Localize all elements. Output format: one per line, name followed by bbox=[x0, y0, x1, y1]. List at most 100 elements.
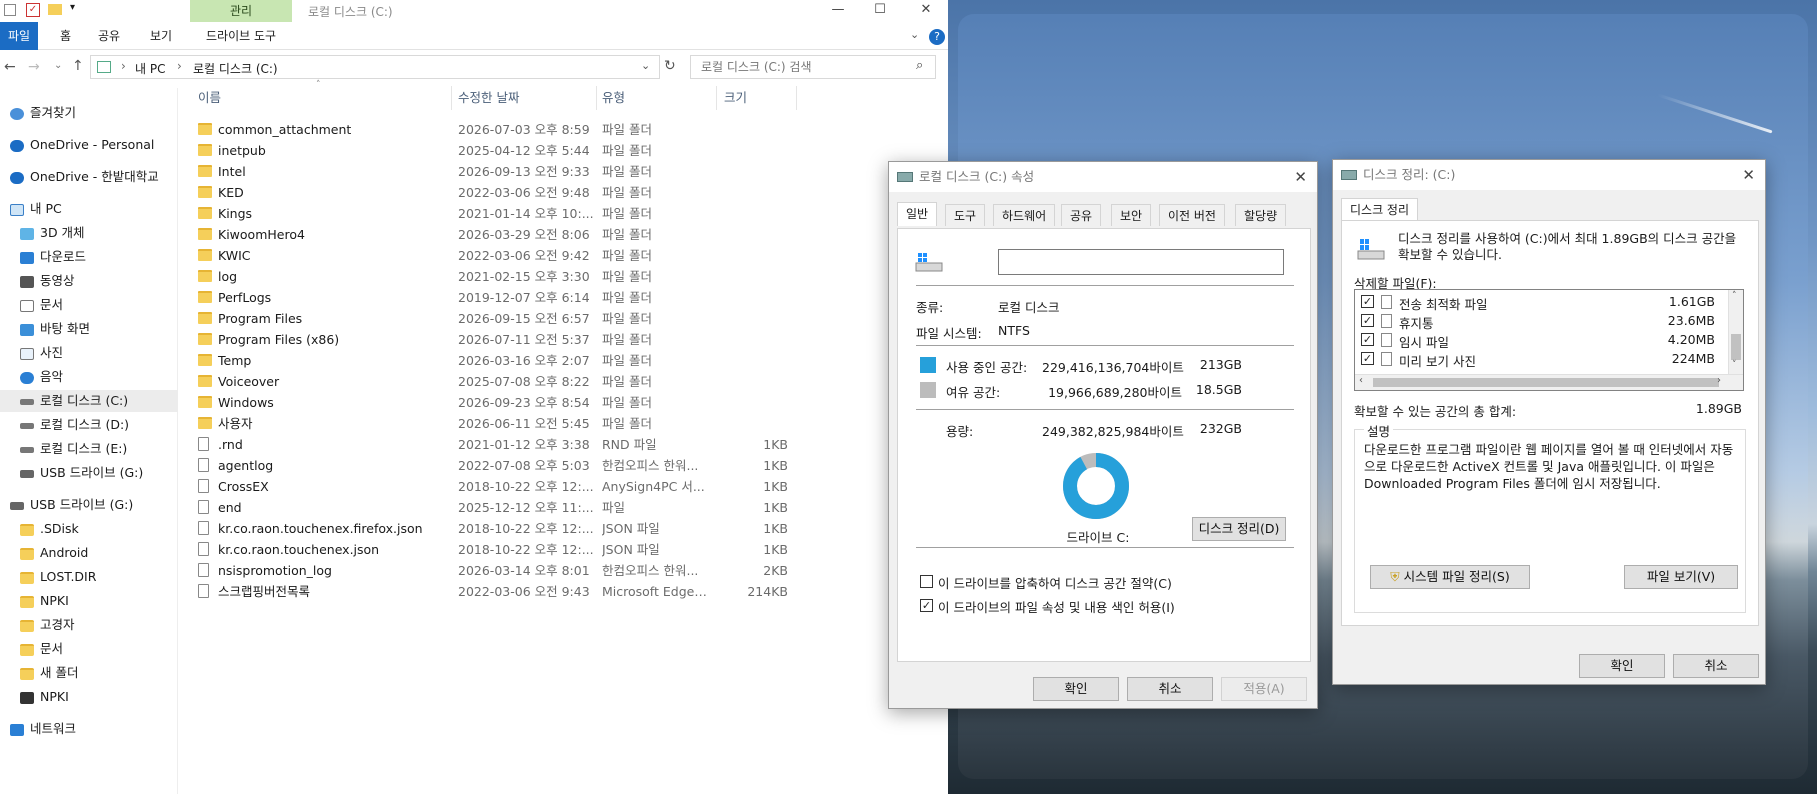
address-dropdown-icon[interactable]: ⌄ bbox=[641, 59, 650, 72]
system-files-cleanup-button[interactable]: ⛨ 시스템 파일 정리(S) bbox=[1370, 565, 1530, 589]
file-row[interactable]: log 2021-02-15 오후 3:30 파일 폴더 bbox=[196, 266, 796, 287]
ribbon-expand-icon[interactable]: ⌄ bbox=[910, 28, 919, 41]
address-bar[interactable]: › 내 PC › 로컬 디스크 (C:) ⌄ bbox=[90, 55, 660, 79]
nav-item-drive-c[interactable]: 로컬 디스크 (C:) bbox=[0, 390, 178, 412]
file-row[interactable]: Temp 2026-03-16 오후 2:07 파일 폴더 bbox=[196, 350, 796, 371]
maximize-icon[interactable]: ☐ bbox=[870, 2, 890, 20]
new-folder-icon[interactable] bbox=[48, 4, 62, 15]
file-row[interactable]: Windows 2026-09-23 오후 8:54 파일 폴더 bbox=[196, 392, 796, 413]
column-header-size[interactable]: 크기 bbox=[724, 86, 747, 110]
tab-file[interactable]: 파일 bbox=[0, 22, 39, 50]
cleanup-item-checkbox[interactable]: ✓ bbox=[1361, 333, 1374, 346]
file-row[interactable]: nsispromotion_log 2026-03-14 오후 8:01 한컴오피스… bbox=[196, 560, 796, 581]
minimize-icon[interactable]: — bbox=[828, 2, 848, 20]
file-row[interactable]: 사용자 2026-06-11 오전 5:45 파일 폴더 bbox=[196, 413, 796, 434]
column-header-name[interactable]: 이름 bbox=[198, 86, 221, 110]
index-checkbox[interactable]: ✓ bbox=[920, 599, 933, 612]
file-row[interactable]: Kings 2021-01-14 오후 10:... 파일 폴더 bbox=[196, 203, 796, 224]
column-divider[interactable] bbox=[716, 86, 717, 110]
cleanup-cancel-button[interactable]: 취소 bbox=[1673, 654, 1759, 678]
file-row[interactable]: common_attachment 2026-07-03 오후 8:59 파일 폴더 bbox=[196, 119, 796, 140]
cleanup-item-row[interactable]: ✓ 휴지통 23.6MB bbox=[1359, 312, 1725, 331]
tab-general[interactable]: 일반 bbox=[897, 202, 938, 226]
close-icon[interactable]: ✕ bbox=[1294, 162, 1307, 192]
column-header-date[interactable]: 수정한 날짜 bbox=[458, 86, 519, 110]
refresh-icon[interactable]: ↻ bbox=[664, 58, 676, 74]
nav-item-new-folder[interactable]: 새 폴더 bbox=[0, 662, 178, 684]
nav-item-sdisk[interactable]: .SDisk bbox=[0, 518, 178, 540]
scroll-left-icon[interactable]: ‹ bbox=[1359, 375, 1363, 386]
recent-dropdown-icon[interactable]: ⌄ bbox=[54, 60, 62, 71]
scrollbar-thumb[interactable] bbox=[1373, 378, 1719, 387]
nav-item-network[interactable]: 네트워크 bbox=[0, 718, 178, 740]
scrollbar-thumb[interactable] bbox=[1731, 334, 1741, 360]
compress-label[interactable]: 이 드라이브를 압축하여 디스크 공간 절약(C) bbox=[938, 573, 1172, 592]
tab-view[interactable]: 보기 bbox=[138, 22, 184, 50]
nav-item-onedrive-personal[interactable]: OneDrive - Personal bbox=[0, 134, 178, 156]
tab-tools[interactable]: 도구 bbox=[945, 204, 986, 226]
scroll-down-icon[interactable]: ˅ bbox=[1732, 360, 1737, 370]
breadcrumb-pc[interactable]: 내 PC bbox=[135, 60, 165, 77]
column-divider[interactable] bbox=[796, 86, 797, 110]
horizontal-scrollbar[interactable]: ‹ › bbox=[1355, 374, 1743, 390]
nav-item-usb-g[interactable]: USB 드라이브 (G:) bbox=[0, 462, 178, 484]
files-to-delete-list[interactable]: ✓ 전송 최적화 파일 1.61GB ✓ 휴지통 23.6MB ✓ 임시 파일 4.20MB ✓ 미… bbox=[1354, 289, 1744, 391]
file-row[interactable]: KWIC 2022-03-06 오전 9:42 파일 폴더 bbox=[196, 245, 796, 266]
cleanup-item-row[interactable]: ✓ 전송 최적화 파일 1.61GB bbox=[1359, 293, 1725, 312]
cancel-button[interactable]: 취소 bbox=[1127, 677, 1213, 701]
tab-home[interactable]: 홈 bbox=[48, 22, 83, 50]
scroll-up-icon[interactable]: ˄ bbox=[1732, 291, 1737, 301]
nav-item-3d-objects[interactable]: 3D 개체 bbox=[0, 222, 178, 244]
ok-button[interactable]: 확인 bbox=[1033, 677, 1119, 701]
volume-label-input[interactable] bbox=[998, 249, 1284, 275]
tab-sharing[interactable]: 공유 bbox=[1061, 204, 1102, 226]
vertical-scrollbar[interactable]: ˄ ˅ bbox=[1728, 290, 1743, 374]
file-row[interactable]: kr.co.raon.touchenex.firefox.json 2018-10… bbox=[196, 518, 796, 539]
nav-item-android[interactable]: Android bbox=[0, 542, 178, 564]
file-row[interactable]: PerfLogs 2019-12-07 오후 6:14 파일 폴더 bbox=[196, 287, 796, 308]
tab-previous-versions[interactable]: 이전 버전 bbox=[1159, 204, 1225, 226]
nav-item-documents[interactable]: 문서 bbox=[0, 294, 178, 316]
file-row[interactable]: CrossEX 2018-10-22 오후 12:... AnySign4PC 서.… bbox=[196, 476, 796, 497]
nav-item-this-pc[interactable]: 내 PC bbox=[0, 198, 178, 220]
tab-share[interactable]: 공유 bbox=[86, 22, 132, 50]
nav-item-pictures[interactable]: 사진 bbox=[0, 342, 178, 364]
compress-checkbox[interactable] bbox=[920, 575, 933, 588]
file-row[interactable]: agentlog 2022-07-08 오후 5:03 한컴오피스 한워... 1KB bbox=[196, 455, 796, 476]
tab-security[interactable]: 보안 bbox=[1111, 204, 1152, 226]
quick-access-dropdown-icon[interactable]: ▾ bbox=[70, 2, 75, 13]
nav-item-npki-folder[interactable]: NPKI bbox=[0, 590, 178, 612]
tab-disk-cleanup[interactable]: 디스크 정리 bbox=[1341, 198, 1419, 222]
nav-item-documents-usb[interactable]: 문서 bbox=[0, 638, 178, 660]
cleanup-item-checkbox[interactable]: ✓ bbox=[1361, 314, 1374, 327]
nav-item-drive-e[interactable]: 로컬 디스크 (E:) bbox=[0, 438, 178, 460]
nav-item-onedrive-hanbat[interactable]: OneDrive - 한밭대학교 bbox=[0, 166, 178, 188]
cleanup-item-checkbox[interactable]: ✓ bbox=[1361, 295, 1374, 308]
disk-cleanup-button[interactable]: 디스크 정리(D) bbox=[1192, 517, 1286, 541]
file-row[interactable]: KiwoomHero4 2026-03-29 오전 8:06 파일 폴더 bbox=[196, 224, 796, 245]
close-icon[interactable]: ✕ bbox=[1742, 160, 1755, 190]
nav-item-usb-root[interactable]: USB 드라이브 (G:) bbox=[0, 494, 178, 516]
column-header-type[interactable]: 유형 bbox=[602, 86, 625, 110]
cleanup-item-checkbox[interactable]: ✓ bbox=[1361, 352, 1374, 365]
nav-item-desktop[interactable]: 바탕 화면 bbox=[0, 318, 178, 340]
file-row[interactable]: end 2025-12-12 오후 11:... 파일 1KB bbox=[196, 497, 796, 518]
file-row[interactable]: kr.co.raon.touchenex.json 2018-10-22 오후 1… bbox=[196, 539, 796, 560]
tab-drive-tools[interactable]: 드라이브 도구 bbox=[194, 22, 288, 50]
back-icon[interactable]: ← bbox=[4, 59, 16, 75]
column-divider[interactable] bbox=[596, 86, 597, 110]
nav-item-downloads[interactable]: 다운로드 bbox=[0, 246, 178, 268]
file-row[interactable]: Program Files (x86) 2026-07-11 오전 5:37 파일 … bbox=[196, 329, 796, 350]
context-tab-manage[interactable]: 관리 bbox=[190, 0, 292, 22]
close-icon[interactable]: ✕ bbox=[916, 2, 936, 20]
column-divider[interactable] bbox=[451, 86, 452, 110]
index-label[interactable]: 이 드라이브의 파일 속성 및 내용 색인 허용(I) bbox=[938, 597, 1175, 616]
nav-item-gogyeongja[interactable]: 고경자 bbox=[0, 614, 178, 636]
file-row[interactable]: 스크랩핑버전목록 2022-03-06 오전 9:43 Microsoft Edge… bbox=[196, 581, 796, 602]
cleanup-item-row[interactable]: ✓ 미리 보기 사진 224MB bbox=[1359, 350, 1725, 369]
view-files-button[interactable]: 파일 보기(V) bbox=[1624, 565, 1738, 589]
properties-icon[interactable]: ✓ bbox=[26, 3, 40, 17]
file-row[interactable]: inetpub 2025-04-12 오후 5:44 파일 폴더 bbox=[196, 140, 796, 161]
nav-item-lost-dir[interactable]: LOST.DIR bbox=[0, 566, 178, 588]
nav-item-drive-d[interactable]: 로컬 디스크 (D:) bbox=[0, 414, 178, 436]
